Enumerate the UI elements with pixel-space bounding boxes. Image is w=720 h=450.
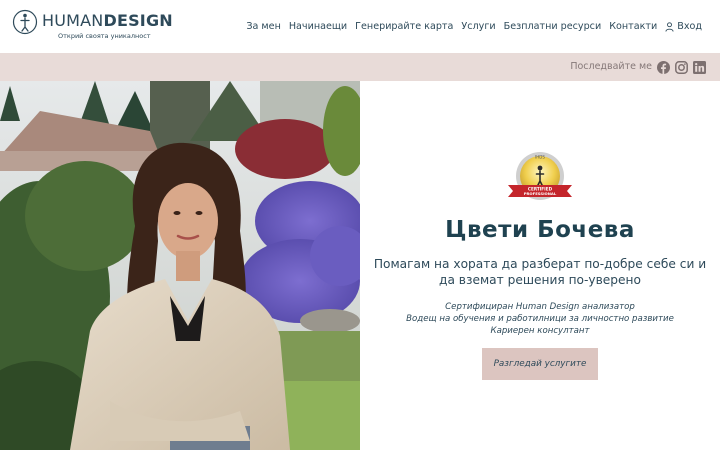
- login-label: Вход: [677, 21, 702, 32]
- hero-tagline: Помагам на хората да разберат по-добре с…: [373, 257, 707, 287]
- logo-tagline: Открий своята уникалност: [58, 32, 151, 40]
- badge-top-text: IHDS: [535, 155, 545, 160]
- follow-me-label: Последвайте ме: [570, 61, 652, 72]
- portrait-garden-photo: [0, 81, 360, 450]
- role-item: Водещ на обучения и работилници за лично…: [406, 314, 674, 325]
- human-design-mark-icon: [12, 9, 38, 35]
- hero-name: Цвети Бочева: [445, 217, 635, 243]
- hero-intro: IHDS CERTIFIED PROFESSIONAL Цвети Бочева…: [360, 81, 720, 450]
- logo-word-design: DESIGN: [103, 11, 173, 30]
- site-logo[interactable]: HUMANDESIGN Открий своята уникалност: [12, 9, 173, 43]
- nav-item-beginners[interactable]: Начинаещи: [289, 21, 347, 32]
- badge-line-2: PROFESSIONAL: [524, 191, 557, 196]
- role-item: Кариерен консултант: [490, 326, 590, 337]
- login-link[interactable]: Вход: [665, 21, 702, 32]
- user-icon: [665, 21, 674, 32]
- hero-roles: Сертифициран Human Design анализатор Вод…: [360, 301, 720, 338]
- site-header: HUMANDESIGN Открий своята уникалност За …: [0, 0, 720, 53]
- nav-item-generate-chart[interactable]: Генерирайте карта: [355, 21, 453, 32]
- logo-word-human: HUMAN: [42, 11, 104, 30]
- nav-item-about[interactable]: За мен: [246, 21, 281, 32]
- social-bar: Последвайте ме: [0, 53, 720, 81]
- nav-item-free-resources[interactable]: Безплатни ресурси: [504, 21, 602, 32]
- role-item: Сертифициран Human Design анализатор: [445, 302, 635, 312]
- main-nav: За мен Начинаещи Генерирайте карта Услуг…: [246, 21, 702, 32]
- view-services-button[interactable]: Разгледай услугите: [482, 348, 598, 380]
- linkedin-icon[interactable]: [693, 59, 706, 74]
- instagram-icon[interactable]: [675, 59, 688, 74]
- social-icons: [657, 59, 706, 74]
- nav-item-contacts[interactable]: Контакти: [609, 21, 657, 32]
- facebook-icon[interactable]: [657, 59, 670, 74]
- certified-professional-badge: IHDS CERTIFIED PROFESSIONAL: [508, 152, 572, 200]
- logo-wordmark: HUMANDESIGN: [42, 11, 173, 30]
- nav-item-services[interactable]: Услуги: [461, 21, 495, 32]
